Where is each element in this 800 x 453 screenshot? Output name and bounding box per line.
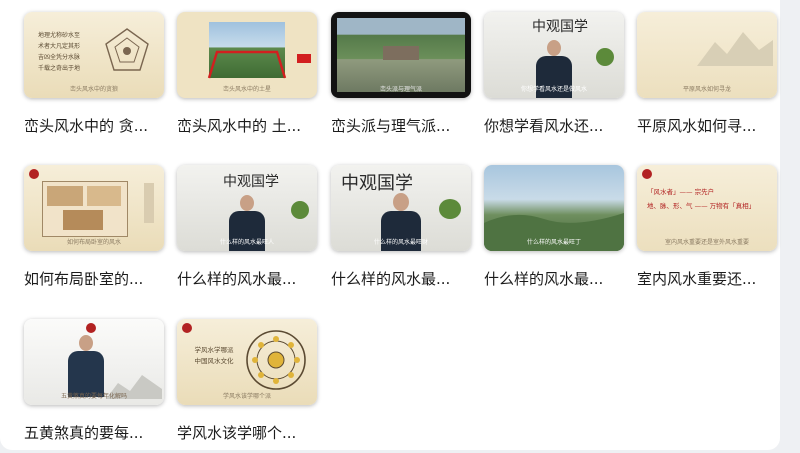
- thumb-text-line: 地、脉、形、气 —— 万物有「真相」: [647, 202, 756, 210]
- earth-star-outline-icon: [207, 50, 287, 79]
- calligraphy-text: 中观国学: [341, 173, 413, 194]
- bagua-diagram-icon: [105, 28, 149, 71]
- video-title[interactable]: 什么样的风水最...: [331, 269, 471, 289]
- video-title[interactable]: 峦头风水中的 土...: [177, 116, 317, 136]
- video-thumbnail[interactable]: 「风水者」—— 宗先户 地、脉、形、气 —— 万物有「真相」 室内风水重要还是室…: [637, 165, 777, 251]
- video-card[interactable]: 中观国学 你想学看风水还是做风水 你想学看风水还...: [484, 12, 624, 135]
- bonsai-icon: [596, 48, 614, 66]
- thumb-caption: 学风水该学哪个派: [222, 393, 271, 400]
- red-label-icon: [297, 54, 311, 63]
- ink-mountains-icon: [697, 32, 773, 66]
- thumb-text-line: 地理尤称砂水至: [38, 32, 81, 39]
- vertical-banner-icon: [144, 183, 154, 223]
- thumb-text-line: 学风水学哪派: [194, 346, 234, 354]
- video-card[interactable]: 中观国学 什么样的风水最旺人 什么样的风水最...: [177, 165, 317, 288]
- video-card[interactable]: 学风水学哪派 中国风水文化 学风水该学哪个派 学风水该学哪个...: [177, 319, 317, 442]
- thumb-caption: 室内风水重要还是室外风水重要: [664, 239, 749, 246]
- video-card[interactable]: 如何布局卧室的风水 如何布局卧室的...: [24, 165, 164, 288]
- video-thumbnail[interactable]: 五黄煞真的要每年化解吗: [24, 319, 164, 405]
- thumb-caption: 峦头风水中的贪狼: [69, 86, 118, 93]
- video-thumbnail[interactable]: 什么样的风水最旺丁: [484, 165, 624, 251]
- compass-wheel-icon: [246, 330, 306, 390]
- video-card[interactable]: 什么样的风水最旺丁 什么样的风水最...: [484, 165, 624, 288]
- video-title[interactable]: 平原风水如何寻...: [637, 116, 777, 136]
- video-card[interactable]: 地理尤称砂水至 术者大凡定其形 吉凶全凭分水脉 千载之奇出于地 峦头风水中的贪狼…: [24, 12, 164, 135]
- thumb-caption: 五黄煞真的要每年化解吗: [60, 393, 127, 400]
- thumb-caption: 如何布局卧室的风水: [66, 239, 121, 246]
- video-list-panel: 地理尤称砂水至 术者大凡定其形 吉凶全凭分水脉 千载之奇出于地 峦头风水中的贪狼…: [0, 0, 780, 450]
- video-title[interactable]: 什么样的风水最...: [177, 269, 317, 289]
- thumb-caption: 什么样的风水最旺丁: [526, 239, 581, 246]
- thumb-text-line: 术者大凡定其形: [38, 43, 81, 50]
- brand-logo-icon: [29, 169, 39, 179]
- video-thumbnail[interactable]: 峦头风水中的土星: [177, 12, 317, 98]
- aerial-village-photo: [337, 18, 465, 92]
- video-card[interactable]: 峦头派与理气派 峦头派与理气派...: [331, 12, 471, 135]
- brand-logo-icon: [642, 169, 652, 179]
- thumb-caption: 你想学看风水还是做风水: [520, 86, 587, 93]
- brand-logo-icon: [86, 323, 96, 333]
- video-card[interactable]: 平原风水如何寻龙 平原风水如何寻...: [637, 12, 777, 135]
- video-thumbnail[interactable]: 如何布局卧室的风水: [24, 165, 164, 251]
- video-title[interactable]: 什么样的风水最...: [484, 269, 624, 289]
- video-card[interactable]: 「风水者」—— 宗先户 地、脉、形、气 —— 万物有「真相」 室内风水重要还是室…: [637, 165, 777, 288]
- video-card[interactable]: 峦头风水中的土星 峦头风水中的 土...: [177, 12, 317, 135]
- video-thumbnail[interactable]: 学风水学哪派 中国风水文化 学风水该学哪个派: [177, 319, 317, 405]
- thumb-caption: 平原风水如何寻龙: [682, 86, 731, 93]
- video-title[interactable]: 峦头派与理气派...: [331, 116, 471, 136]
- calligraphy-text: 中观国学: [223, 174, 279, 190]
- video-title[interactable]: 你想学看风水还...: [484, 116, 624, 136]
- video-title[interactable]: 如何布局卧室的...: [24, 269, 164, 289]
- calligraphy-text: 中观国学: [532, 19, 588, 35]
- video-thumbnail[interactable]: 中观国学 你想学看风水还是做风水: [484, 12, 624, 98]
- video-card[interactable]: 五黄煞真的要每年化解吗 五黄煞真的要每...: [24, 319, 164, 442]
- video-thumbnail[interactable]: 平原风水如何寻龙: [637, 12, 777, 98]
- bonsai-icon: [291, 201, 309, 219]
- video-thumbnail[interactable]: 中观国学 什么样的风水最旺财: [331, 165, 471, 251]
- thumb-caption: 峦头派与理气派: [379, 86, 422, 93]
- thumb-caption: 峦头风水中的土星: [222, 86, 271, 93]
- video-thumbnail[interactable]: 中观国学 什么样的风水最旺人: [177, 165, 317, 251]
- video-card[interactable]: 中观国学 什么样的风水最旺财 什么样的风水最...: [331, 165, 471, 288]
- thumb-text-line: 中国风水文化: [194, 357, 234, 365]
- building-shape: [383, 46, 419, 60]
- presenter-figure: [68, 335, 104, 397]
- video-title[interactable]: 五黄煞真的要每...: [24, 423, 164, 443]
- video-title[interactable]: 室内风水重要还...: [637, 269, 777, 289]
- thumb-caption: 什么样的风水最旺财: [373, 239, 428, 246]
- thumb-caption: 什么样的风水最旺人: [219, 239, 274, 246]
- bonsai-icon: [439, 199, 461, 219]
- video-thumbnail[interactable]: 地理尤称砂水至 术者大凡定其形 吉凶全凭分水脉 千载之奇出于地 峦头风水中的贪狼: [24, 12, 164, 98]
- thumb-text-line: 千载之奇出于地: [38, 65, 81, 72]
- thumb-text-line: 「风水者」—— 宗先户: [647, 188, 715, 196]
- floor-plan-icon: [42, 181, 128, 237]
- brand-logo-icon: [182, 323, 192, 333]
- thumb-text-line: 吉凶全凭分水脉: [38, 54, 81, 61]
- video-thumbnail[interactable]: 峦头派与理气派: [331, 12, 471, 98]
- video-title[interactable]: 学风水该学哪个...: [177, 423, 317, 443]
- video-title[interactable]: 峦头风水中的 贪...: [24, 116, 164, 136]
